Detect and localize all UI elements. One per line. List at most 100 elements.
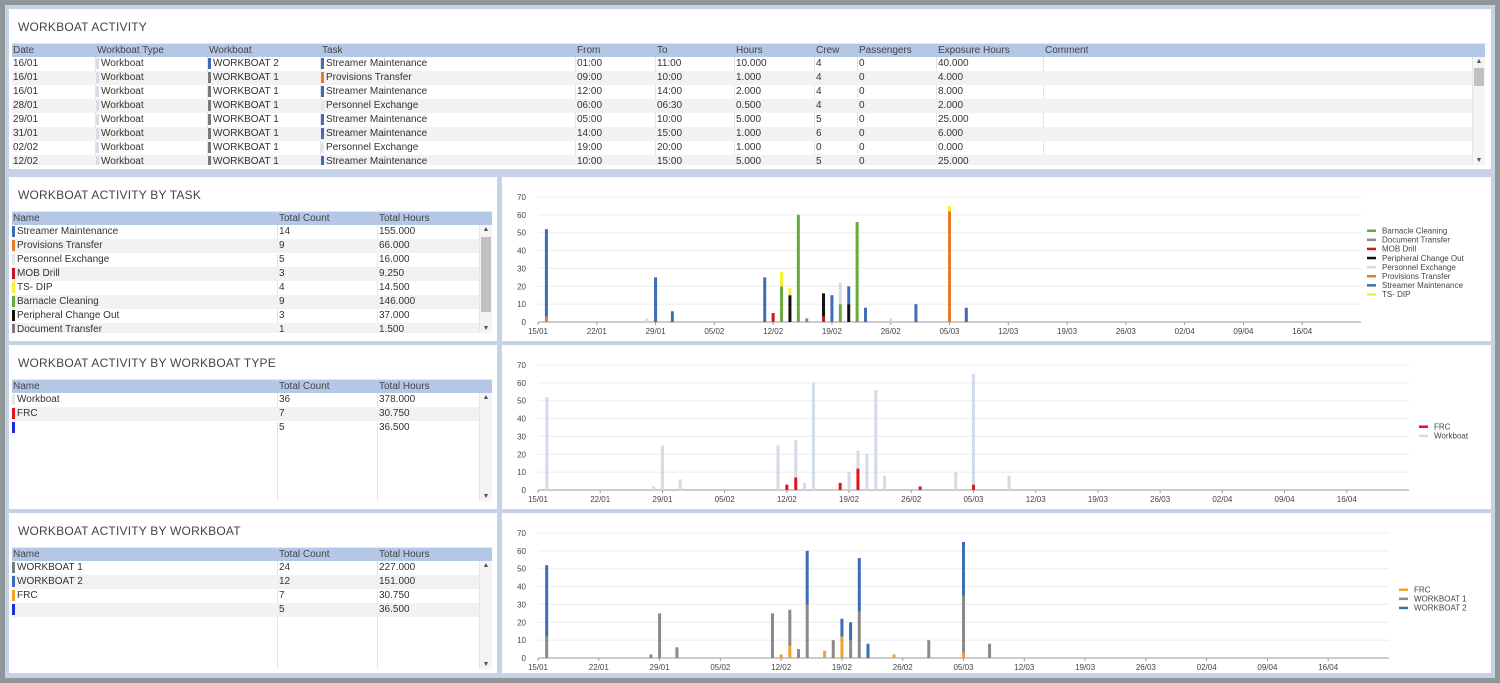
table-cell: 19:00 (577, 142, 603, 153)
activity-grid[interactable]: Date Workboat Type Workboat Task From To Hours… (12, 44, 1485, 165)
table-cell: Workboat (17, 394, 60, 405)
table-cell: 4.000 (938, 72, 964, 83)
scroll-up-arrow-icon[interactable]: ▲ (480, 225, 492, 234)
color-swatch (12, 310, 15, 321)
vertical-scrollbar[interactable]: ▲ ▼ (479, 225, 492, 333)
legend-swatch (1399, 606, 1408, 610)
color-swatch (96, 156, 99, 165)
column-header[interactable]: Name (13, 549, 40, 560)
x-tick-label: 12/03 (1014, 663, 1035, 672)
table-row[interactable]: Peripheral Change Out 3 37.000 (12, 309, 479, 323)
table-row[interactable]: Barnacle Cleaning 9 146.000 (12, 295, 479, 309)
column-header[interactable]: Name (13, 381, 40, 392)
scroll-down-arrow-icon[interactable]: ▼ (1473, 156, 1485, 165)
chart-bar (805, 550, 809, 605)
color-swatch (12, 422, 15, 433)
column-header[interactable]: From (577, 45, 600, 56)
table-row[interactable]: 16/01 Workboat WORKBOAT 1 Provisions Transf… (12, 71, 1472, 85)
table-cell: 06:30 (657, 100, 683, 111)
legend-swatch (1419, 425, 1428, 428)
chart-bar (776, 445, 780, 490)
table-row[interactable]: 12/02 Workboat WORKBOAT 1 Streamer Maintena… (12, 155, 1472, 165)
table-row[interactable]: MOB Drill 3 9.250 (12, 267, 479, 281)
boat-summary-grid[interactable]: Name Total Count Total Hours WORKBOAT 1 24 22… (12, 548, 492, 669)
column-header[interactable]: Crew (816, 45, 839, 56)
chart-bar (866, 643, 870, 658)
column-header[interactable]: Workboat (209, 45, 252, 56)
chart-bar (847, 286, 851, 305)
column-header[interactable]: Total Hours (379, 213, 430, 224)
y-tick-label: 0 (522, 318, 527, 327)
task-summary-grid[interactable]: Name Total Count Total Hours Streamer Maint… (12, 212, 492, 333)
table-row[interactable]: 29/01 Workboat WORKBOAT 1 Streamer Maintena… (12, 113, 1472, 127)
scroll-down-arrow-icon[interactable]: ▼ (480, 492, 492, 501)
table-cell: 4 (816, 72, 822, 83)
table-cell: 29/01 (13, 114, 39, 125)
scroll-up-arrow-icon[interactable]: ▲ (480, 561, 492, 570)
table-row[interactable]: 28/01 Workboat WORKBOAT 1 Personnel Exchang… (12, 99, 1472, 113)
grid-header: Date Workboat Type Workboat Task From To Hours… (12, 44, 1485, 57)
column-header[interactable]: Total Hours (379, 549, 430, 560)
table-row[interactable]: WORKBOAT 2 12 151.000 (12, 575, 479, 589)
scrollbar-thumb[interactable] (481, 237, 491, 312)
scroll-down-arrow-icon[interactable]: ▼ (480, 324, 492, 333)
column-header[interactable]: Task (322, 45, 343, 56)
table-cell: 0 (859, 142, 865, 153)
table-row[interactable]: TS- DIP 4 14.500 (12, 281, 479, 295)
chart-bar (770, 613, 774, 658)
color-swatch (12, 226, 15, 237)
table-row[interactable]: Provisions Transfer 9 66.000 (12, 239, 479, 253)
y-tick-label: 0 (522, 654, 527, 663)
column-header[interactable]: Hours (736, 45, 763, 56)
column-header[interactable]: Comment (1045, 45, 1088, 56)
vertical-scrollbar[interactable]: ▲ ▼ (479, 561, 492, 669)
table-cell: 5.000 (736, 114, 762, 125)
column-header[interactable]: To (657, 45, 668, 56)
table-row[interactable]: Workboat 36 378.000 (12, 393, 479, 407)
type-summary-grid[interactable]: Name Total Count Total Hours Workboat 36 378.… (12, 380, 492, 501)
chart-bar (883, 475, 887, 490)
x-tick-label: 12/02 (771, 663, 792, 672)
chart-bar (544, 229, 548, 317)
table-cell: 1.500 (379, 324, 405, 333)
y-tick-label: 70 (517, 529, 526, 538)
chart-bar (948, 205, 951, 212)
column-header[interactable]: Workboat Type (97, 45, 164, 56)
scroll-up-arrow-icon[interactable]: ▲ (1473, 57, 1485, 66)
chart-bar (831, 640, 835, 658)
scroll-down-arrow-icon[interactable]: ▼ (480, 660, 492, 669)
column-header[interactable]: Total Count (279, 381, 330, 392)
boat-summary-title: WORKBOAT ACTIVITY BY WORKBOAT (18, 524, 241, 538)
color-swatch (12, 254, 15, 265)
table-row[interactable]: 02/02 Workboat WORKBOAT 1 Personnel Exchang… (12, 141, 1472, 155)
legend-swatch (1419, 434, 1428, 438)
table-row[interactable]: Streamer Maintenance 14 155.000 (12, 225, 479, 239)
table-row[interactable]: 5 36.500 (12, 421, 479, 435)
x-tick-label: 19/02 (822, 327, 843, 336)
table-row[interactable]: WORKBOAT 1 24 227.000 (12, 561, 479, 575)
table-row[interactable]: 31/01 Workboat WORKBOAT 1 Streamer Maintena… (12, 127, 1472, 141)
table-row[interactable]: FRC 7 30.750 (12, 407, 479, 421)
column-header[interactable]: Passengers (859, 45, 912, 56)
table-row[interactable]: 16/01 Workboat WORKBOAT 2 Streamer Maintena… (12, 57, 1472, 71)
vertical-scrollbar[interactable]: ▲ ▼ (1472, 57, 1485, 165)
column-header[interactable]: Exposure Hours (938, 45, 1010, 56)
scrollbar-thumb[interactable] (1474, 68, 1484, 86)
table-cell: 9.250 (379, 268, 405, 279)
column-header[interactable]: Total Count (279, 213, 330, 224)
table-row[interactable]: Personnel Exchange 5 16.000 (12, 253, 479, 267)
column-header[interactable]: Total Hours (379, 381, 430, 392)
column-header[interactable]: Date (13, 45, 34, 56)
table-cell: 14.500 (379, 282, 410, 293)
table-cell: 28/01 (13, 100, 39, 111)
table-row[interactable]: FRC 7 30.750 (12, 589, 479, 603)
table-cell: 0.500 (736, 100, 762, 111)
scroll-up-arrow-icon[interactable]: ▲ (480, 393, 492, 402)
column-header[interactable]: Name (13, 213, 40, 224)
table-row[interactable]: 16/01 Workboat WORKBOAT 1 Streamer Maintena… (12, 85, 1472, 99)
column-header[interactable]: Total Count (279, 549, 330, 560)
table-row[interactable]: Document Transfer 1 1.500 (12, 323, 479, 333)
table-row[interactable]: 5 36.500 (12, 603, 479, 617)
table-cell: Workboat (101, 72, 144, 83)
vertical-scrollbar[interactable]: ▲ ▼ (479, 393, 492, 501)
